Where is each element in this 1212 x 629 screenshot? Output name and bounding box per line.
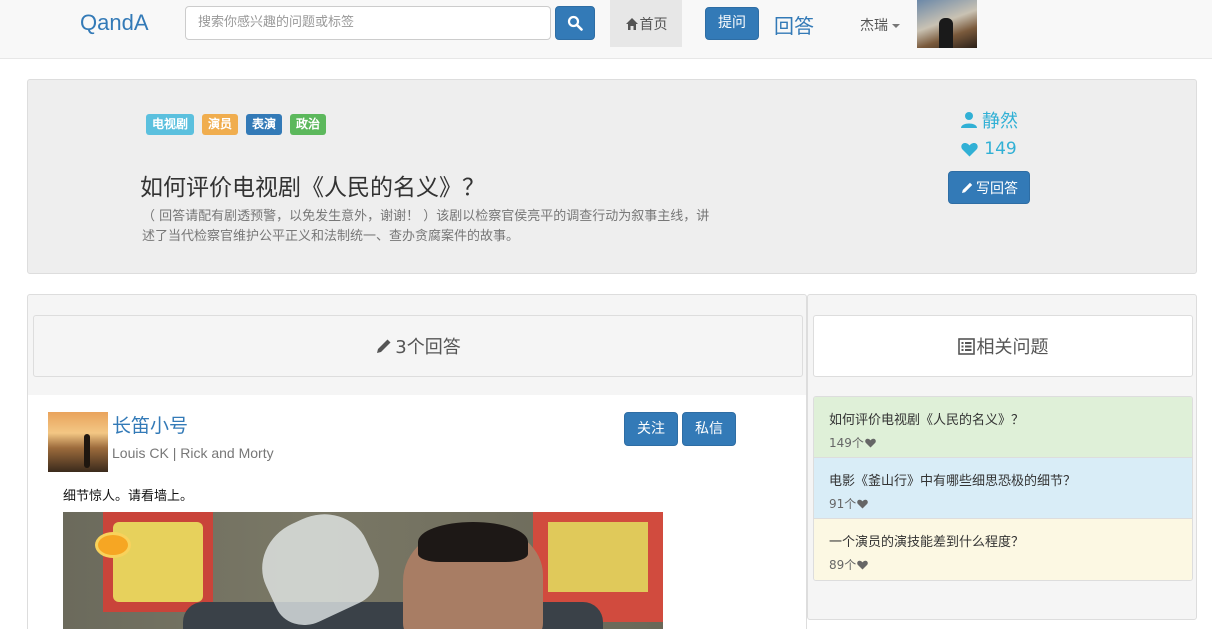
user-name: 杰瑞	[860, 18, 888, 34]
related-item[interactable]: 如何评价电视剧《人民的名义》？ 149个	[814, 397, 1192, 458]
question-description: （ 回答请配有剧透预警，以免发生意外，谢谢！ ）该剧以检察官侯亮平的调查行动为叙…	[142, 209, 710, 244]
search-icon	[567, 15, 583, 31]
answer-item: 长笛小号 Louis CK | Rick and Morty 关注 私信 细节惊…	[28, 395, 806, 629]
user-menu[interactable]: 杰瑞	[860, 15, 900, 35]
tag[interactable]: 电视剧	[146, 114, 195, 135]
related-item-title[interactable]: 一个演员的演技能差到什么程度？	[829, 531, 1177, 550]
question-title: 如何评价电视剧《人民的名义》？	[140, 175, 485, 201]
related-item-count-value: 89个	[829, 558, 857, 572]
related-item-count-value: 149个	[829, 436, 864, 450]
answers-header: 3个回答	[33, 315, 803, 377]
user-avatar[interactable]	[917, 0, 977, 48]
related-item-count: 91个	[829, 495, 1177, 512]
ask-question-button[interactable]: 提问	[705, 7, 759, 40]
tag[interactable]: 表演	[246, 114, 283, 135]
related-item-title[interactable]: 如何评价电视剧《人民的名义》？	[829, 409, 1177, 428]
related-panel: 相关问题 如何评价电视剧《人民的名义》？ 149个 电影《釜山行》中有哪些细思恐…	[807, 294, 1197, 620]
nav-home-label: 首页	[639, 16, 668, 33]
related-list: 如何评价电视剧《人民的名义》？ 149个 电影《釜山行》中有哪些细思恐极的细节？…	[813, 396, 1193, 581]
brand-logo[interactable]: QandA	[80, 10, 149, 36]
answers-panel: 3个回答 长笛小号 Louis CK | Rick and Morty 关注 私…	[27, 294, 807, 629]
question-author-name: 静然	[982, 111, 1018, 132]
heart-icon	[865, 438, 876, 448]
answerer-avatar[interactable]	[48, 412, 108, 472]
tag[interactable]: 政治	[290, 114, 327, 135]
navbar: QandA 搜索你感兴趣的问题或标签 首页 提问 回答 杰瑞	[0, 0, 1212, 59]
pencil-icon	[377, 339, 391, 353]
user-icon	[961, 112, 977, 128]
related-item-count-value: 91个	[829, 497, 857, 511]
related-header: 相关问题	[813, 315, 1193, 377]
heart-icon	[857, 560, 869, 570]
question-likes-count: 149	[984, 139, 1017, 159]
tag[interactable]: 演员	[202, 114, 239, 135]
question-author[interactable]: 静然	[948, 107, 1030, 133]
related-item-count: 149个	[829, 434, 1177, 451]
question-panel: 电视剧 演员 表演 政治 如何评价电视剧《人民的名义》？ （ 回答请配有剧透预警…	[27, 79, 1197, 274]
search-button[interactable]	[555, 6, 595, 40]
nav-answer-link[interactable]: 回答	[774, 10, 814, 39]
answerer-bio: Louis CK | Rick and Morty	[112, 445, 274, 461]
answers-count: 3个回答	[395, 337, 461, 358]
answerer-name[interactable]: 长笛小号	[112, 411, 188, 438]
heart-icon	[857, 499, 869, 509]
answer-text: 细节惊人。请看墙上。	[63, 485, 194, 504]
search-input[interactable]: 搜索你感兴趣的问题或标签	[185, 6, 551, 40]
pencil-icon	[962, 182, 973, 193]
question-author-box: 静然 149	[948, 107, 1030, 159]
related-item-count: 89个	[829, 556, 1177, 573]
heart-icon	[961, 142, 978, 156]
nav-home[interactable]: 首页	[610, 0, 682, 47]
home-icon	[625, 17, 638, 30]
answer-image	[63, 512, 663, 629]
question-tags: 电视剧 演员 表演 政治	[146, 114, 327, 135]
caret-down-icon	[892, 24, 900, 28]
related-item[interactable]: 电影《釜山行》中有哪些细思恐极的细节？ 91个	[814, 458, 1192, 519]
follow-button[interactable]: 关注	[624, 412, 678, 446]
list-alt-icon	[957, 337, 975, 355]
related-item[interactable]: 一个演员的演技能差到什么程度？ 89个	[814, 519, 1192, 580]
message-button[interactable]: 私信	[682, 412, 736, 446]
question-likes: 149	[948, 139, 1030, 159]
related-header-label: 相关问题	[976, 337, 1049, 358]
related-item-title[interactable]: 电影《釜山行》中有哪些细思恐极的细节？	[829, 470, 1177, 489]
write-answer-label: 写回答	[976, 180, 1018, 197]
write-answer-button[interactable]: 写回答	[948, 171, 1030, 204]
